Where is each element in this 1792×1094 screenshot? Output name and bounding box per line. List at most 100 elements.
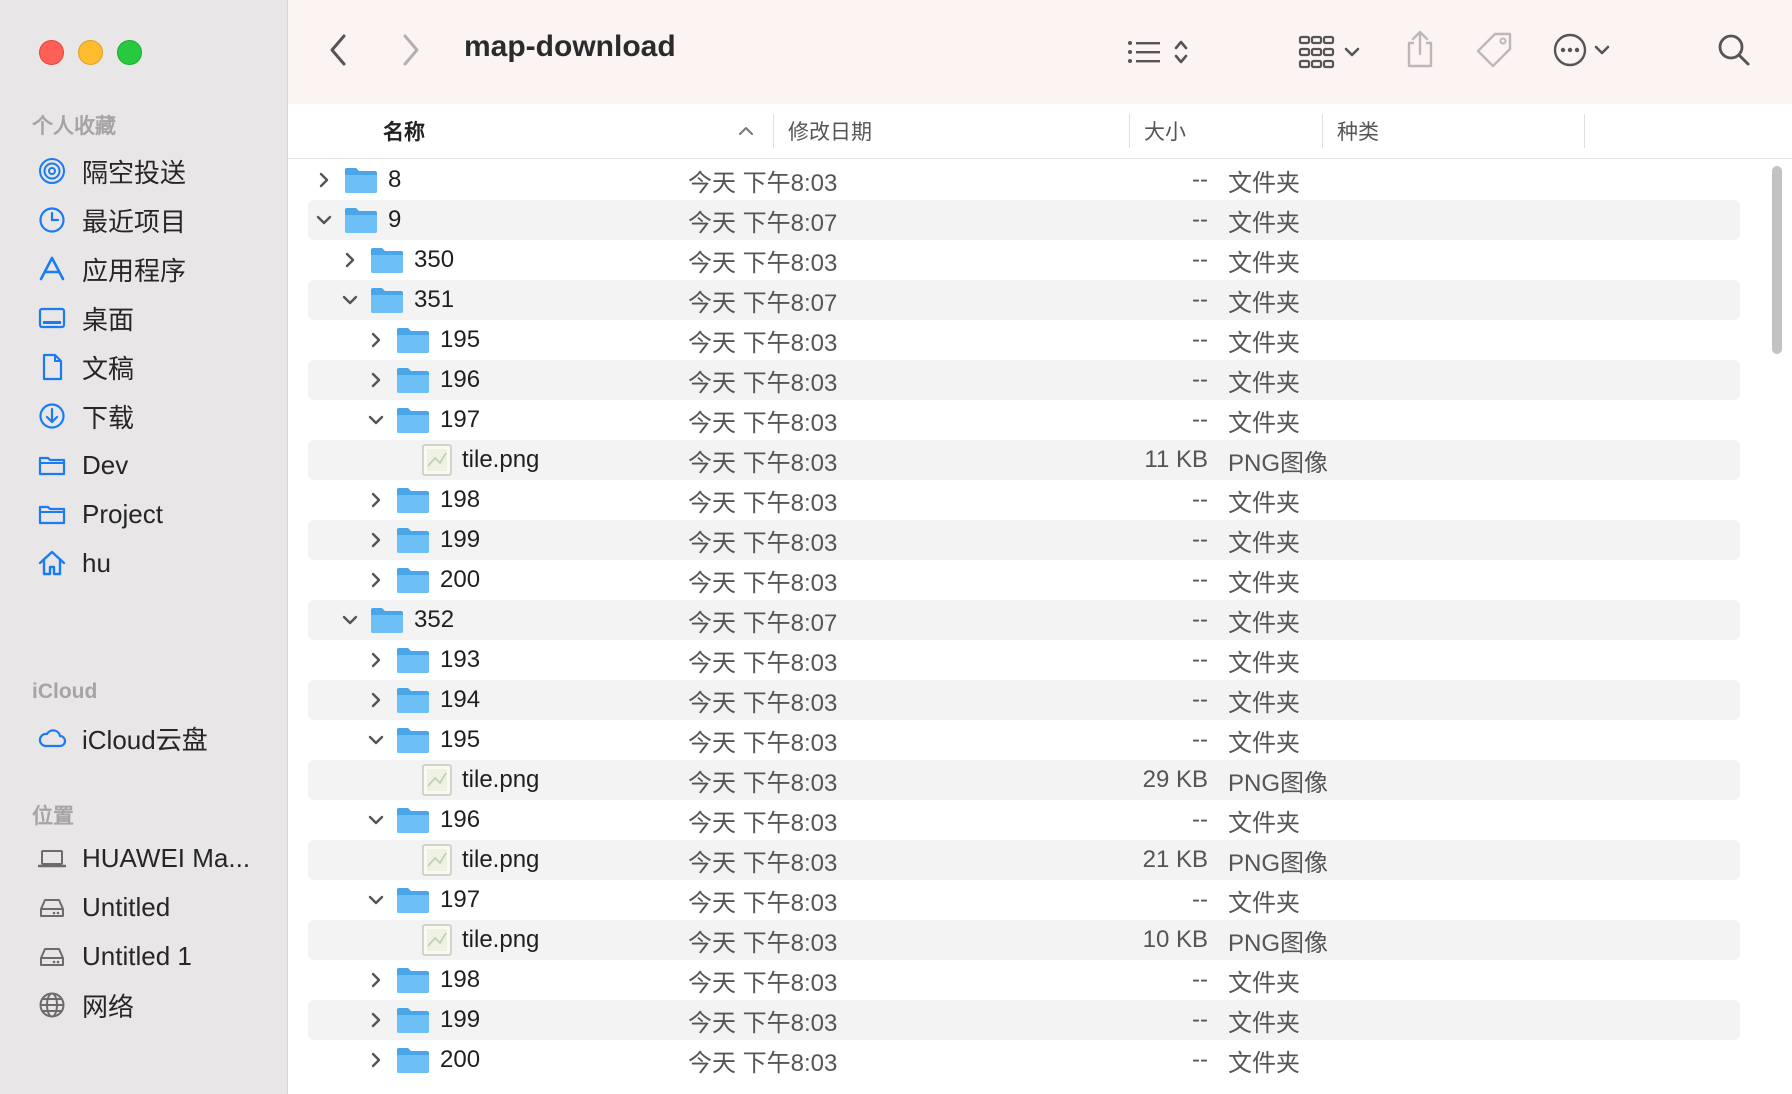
modified-date: 今天 下午8:03 (688, 1049, 838, 1077)
column-date[interactable]: 修改日期 (788, 104, 872, 158)
scrollbar-thumb[interactable] (1772, 166, 1782, 354)
sidebar-favorite-item[interactable]: Dev (24, 440, 274, 490)
file-size: -- (1192, 206, 1208, 233)
item-name: 197 (440, 886, 481, 913)
favorites-header: 个人收藏 (32, 115, 116, 138)
sidebar-favorite-item[interactable]: 应用程序 (24, 244, 274, 294)
close-window-button[interactable] (39, 40, 64, 65)
folder-row[interactable]: 198 今天 下午8:03 -- 文件夹 (308, 960, 1740, 1000)
back-button[interactable] (318, 30, 358, 70)
group-button[interactable] (1293, 30, 1365, 74)
disclosure-collapsed-icon[interactable] (366, 530, 386, 550)
folder-row[interactable]: 350 今天 下午8:03 -- 文件夹 (308, 240, 1740, 280)
sidebar-favorite-item[interactable]: 隔空投送 (24, 146, 274, 196)
folder-icon (370, 286, 404, 314)
disclosure-collapsed-icon[interactable] (366, 970, 386, 990)
disclosure-collapsed-icon[interactable] (366, 650, 386, 670)
drive-icon (36, 891, 68, 923)
disclosure-expanded-icon[interactable] (366, 890, 386, 910)
file-row[interactable]: tile.png 今天 下午8:03 11 KB PNG图像 (308, 440, 1740, 480)
item-name: tile.png (462, 766, 540, 793)
folder-row[interactable]: 197 今天 下午8:03 -- 文件夹 (308, 400, 1740, 440)
item-name: 352 (414, 606, 455, 633)
folder-row[interactable]: 197 今天 下午8:03 -- 文件夹 (308, 880, 1740, 920)
file-size: -- (1192, 1046, 1208, 1073)
chevron-left-icon (330, 34, 346, 66)
disclosure-collapsed-icon[interactable] (314, 170, 334, 190)
file-row[interactable]: tile.png 今天 下午8:03 21 KB PNG图像 (308, 840, 1740, 880)
folder-icon (396, 886, 430, 914)
item-name: 9 (388, 206, 402, 233)
folder-row[interactable]: 195 今天 下午8:03 -- 文件夹 (308, 320, 1740, 360)
folder-row[interactable]: 193 今天 下午8:03 -- 文件夹 (308, 640, 1740, 680)
sidebar-favorite-item[interactable]: 最近项目 (24, 195, 274, 245)
minimize-window-button[interactable] (78, 40, 103, 65)
sidebar-location-item[interactable]: HUAWEI Ma... (24, 833, 274, 883)
sidebar-item-label: hu (82, 547, 111, 578)
disclosure-expanded-icon[interactable] (314, 210, 334, 230)
disclosure-collapsed-icon[interactable] (366, 690, 386, 710)
airdrop-icon (36, 155, 68, 187)
sidebar-favorite-item[interactable]: 文稿 (24, 342, 274, 392)
disclosure-collapsed-icon[interactable] (366, 490, 386, 510)
sidebar-favorite-item[interactable]: 下载 (24, 391, 274, 441)
search-button[interactable] (1712, 28, 1756, 72)
disclosure-collapsed-icon[interactable] (366, 1010, 386, 1030)
folder-row[interactable]: 199 今天 下午8:03 -- 文件夹 (308, 520, 1740, 560)
sidebar-favorite-item[interactable]: hu (24, 538, 274, 588)
forward-button[interactable] (391, 30, 431, 70)
sidebar-location-item[interactable]: 网络 (24, 980, 274, 1030)
more-actions-button[interactable] (1548, 28, 1614, 72)
sidebar-favorite-item[interactable]: Project (24, 489, 274, 539)
folder-row[interactable]: 8 今天 下午8:03 -- 文件夹 (308, 160, 1740, 200)
disclosure-collapsed-icon[interactable] (366, 1050, 386, 1070)
disclosure-expanded-icon[interactable] (366, 410, 386, 430)
name-cell: tile.png (392, 760, 539, 800)
disclosure-expanded-icon[interactable] (340, 610, 360, 630)
maximize-window-button[interactable] (117, 40, 142, 65)
folder-row[interactable]: 194 今天 下午8:03 -- 文件夹 (308, 680, 1740, 720)
folder-row[interactable]: 196 今天 下午8:03 -- 文件夹 (308, 360, 1740, 400)
disclosure-expanded-icon[interactable] (366, 730, 386, 750)
sidebar-icloud-item[interactable]: iCloud云盘 (24, 713, 274, 763)
folder-icon (396, 406, 430, 434)
folder-icon (370, 246, 404, 274)
modified-date: 今天 下午8:03 (688, 529, 838, 557)
folder-row[interactable]: 200 今天 下午8:03 -- 文件夹 (308, 1040, 1740, 1080)
column-size[interactable]: 大小 (1144, 104, 1186, 158)
column-name[interactable]: 名称 (383, 104, 425, 158)
column-divider (1584, 114, 1585, 148)
modified-date: 今天 下午8:03 (688, 369, 838, 397)
folder-icon (396, 806, 430, 834)
folder-row[interactable]: 351 今天 下午8:07 -- 文件夹 (308, 280, 1740, 320)
sidebar-location-item[interactable]: Untitled 1 (24, 931, 274, 981)
folder-row[interactable]: 195 今天 下午8:03 -- 文件夹 (308, 720, 1740, 760)
disclosure-expanded-icon[interactable] (366, 810, 386, 830)
disclosure-collapsed-icon[interactable] (366, 330, 386, 350)
name-cell: 194 (366, 680, 480, 720)
disclosure-collapsed-icon[interactable] (366, 370, 386, 390)
folder-row[interactable]: 352 今天 下午8:07 -- 文件夹 (308, 600, 1740, 640)
file-kind: 文件夹 (1228, 249, 1300, 277)
column-kind[interactable]: 种类 (1337, 104, 1379, 158)
folder-row[interactable]: 9 今天 下午8:07 -- 文件夹 (308, 200, 1740, 240)
file-row[interactable]: tile.png 今天 下午8:03 10 KB PNG图像 (308, 920, 1740, 960)
disclosure-collapsed-icon[interactable] (366, 570, 386, 590)
view-mode-button[interactable] (1118, 30, 1198, 74)
png-file-icon (422, 764, 452, 796)
folder-row[interactable]: 199 今天 下午8:03 -- 文件夹 (308, 1000, 1740, 1040)
sort-ascending-icon[interactable] (738, 104, 754, 158)
file-kind: 文件夹 (1228, 329, 1300, 357)
share-button[interactable] (1398, 24, 1442, 74)
tag-button[interactable] (1472, 28, 1516, 72)
file-size: -- (1192, 686, 1208, 713)
folder-row[interactable]: 196 今天 下午8:03 -- 文件夹 (308, 800, 1740, 840)
folder-row[interactable]: 200 今天 下午8:03 -- 文件夹 (308, 560, 1740, 600)
sidebar-location-item[interactable]: Untitled (24, 882, 274, 932)
sidebar-favorite-item[interactable]: 桌面 (24, 293, 274, 343)
disclosure-expanded-icon[interactable] (340, 290, 360, 310)
disclosure-collapsed-icon[interactable] (340, 250, 360, 270)
folder-row[interactable]: 198 今天 下午8:03 -- 文件夹 (308, 480, 1740, 520)
file-row[interactable]: tile.png 今天 下午8:03 29 KB PNG图像 (308, 760, 1740, 800)
